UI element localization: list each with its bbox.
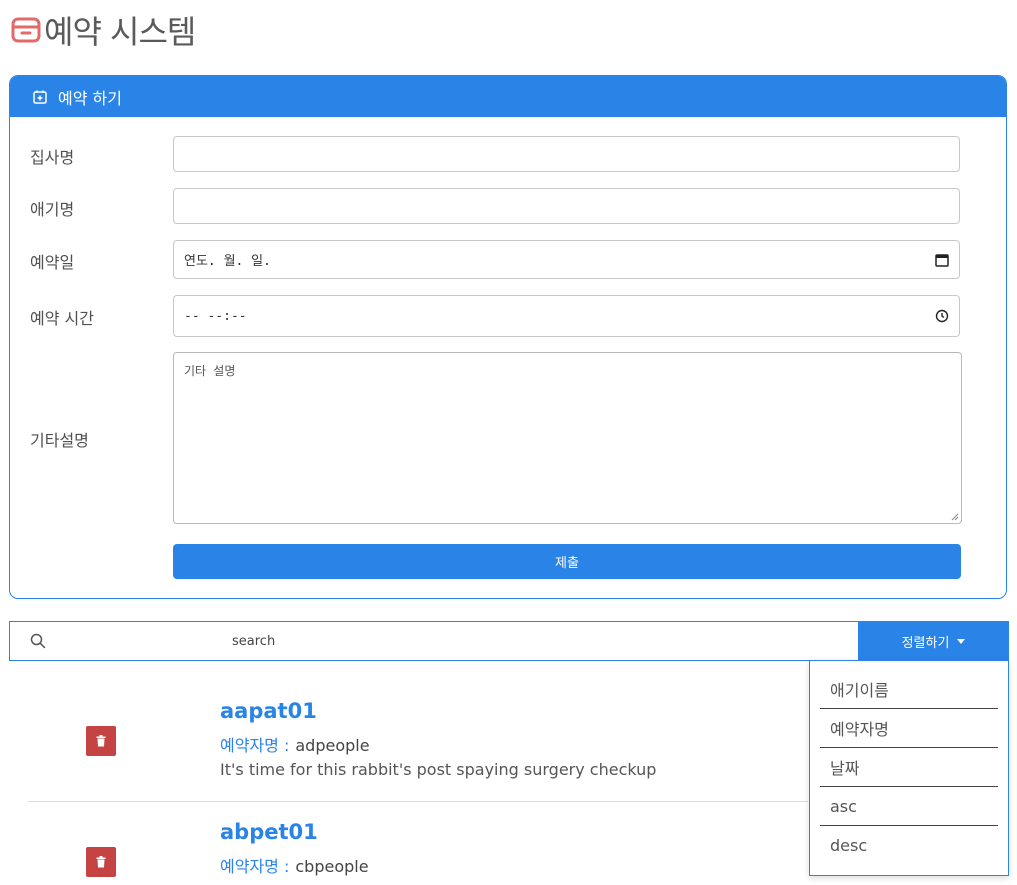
appointment-note: It's time for this rabbit's post spaying… — [220, 760, 657, 779]
sort-button-label: 정렬하기 — [901, 635, 950, 651]
sort-option-asc[interactable]: asc — [820, 787, 998, 826]
calendar-icon[interactable] — [935, 253, 949, 267]
sort-option-pet-name[interactable]: 애기이름 — [820, 670, 998, 709]
list-divider — [28, 801, 808, 802]
date-input[interactable]: 연도. 월. 일. — [173, 240, 960, 279]
delete-button[interactable] — [86, 847, 116, 877]
notes-placeholder: 기타 설명 — [184, 364, 236, 378]
sort-option-date[interactable]: 날짜 — [820, 748, 998, 787]
delete-button[interactable] — [86, 726, 116, 756]
owner-name-label: 집사명 — [30, 148, 75, 167]
sort-dropdown-button[interactable]: 정렬하기 — [858, 621, 1009, 661]
pet-name-input[interactable] — [173, 188, 960, 224]
clock-icon[interactable] — [935, 309, 949, 323]
owner-name: adpeople — [295, 736, 370, 755]
owner-row: 예약자명 : cbpeople — [220, 853, 369, 877]
resize-handle-icon[interactable] — [951, 513, 959, 521]
search-icon — [30, 633, 46, 649]
date-label: 예약일 — [30, 253, 75, 272]
trash-icon — [96, 735, 106, 747]
sort-option-owner-name[interactable]: 예약자명 — [820, 709, 998, 748]
pet-name-label: 애기명 — [30, 200, 75, 219]
page-title: 예약 시스템 — [44, 13, 196, 51]
owner-name-input[interactable] — [173, 136, 960, 172]
app-title: 예약 시스템 — [10, 8, 196, 52]
search-placeholder: search — [232, 633, 276, 649]
owner-label: 예약자명 : — [220, 857, 290, 876]
card-header-title: 예약 하기 — [58, 88, 122, 108]
submit-button[interactable]: 제출 — [173, 544, 961, 579]
reservation-form-card: 예약 하기 집사명 애기명 예약일 연도. 월. 일. 예약 시간 -- --:… — [9, 75, 1007, 599]
notes-textarea[interactable]: 기타 설명 — [173, 352, 962, 524]
archive-box-icon — [11, 17, 41, 43]
owner-name: cbpeople — [295, 857, 369, 876]
date-value: 연도. 월. 일. — [184, 254, 271, 269]
caret-down-icon — [957, 638, 966, 644]
trash-icon — [96, 856, 106, 868]
notes-label: 기타설명 — [30, 431, 89, 450]
time-label: 예약 시간 — [30, 309, 94, 328]
owner-label: 예약자명 : — [220, 736, 290, 755]
card-header: 예약 하기 — [10, 76, 1006, 117]
time-value: -- --:-- — [184, 308, 247, 324]
pet-name: abpet01 — [220, 820, 318, 844]
pet-name: aapat01 — [220, 699, 317, 723]
owner-row: 예약자명 : adpeople — [220, 732, 370, 756]
sort-option-desc[interactable]: desc — [820, 826, 998, 865]
search-bar[interactable]: search — [9, 621, 859, 661]
calendar-plus-icon — [33, 90, 47, 104]
sort-dropdown-menu: 애기이름 예약자명 날짜 asc desc — [809, 660, 1009, 876]
time-input[interactable]: -- --:-- — [173, 295, 960, 337]
